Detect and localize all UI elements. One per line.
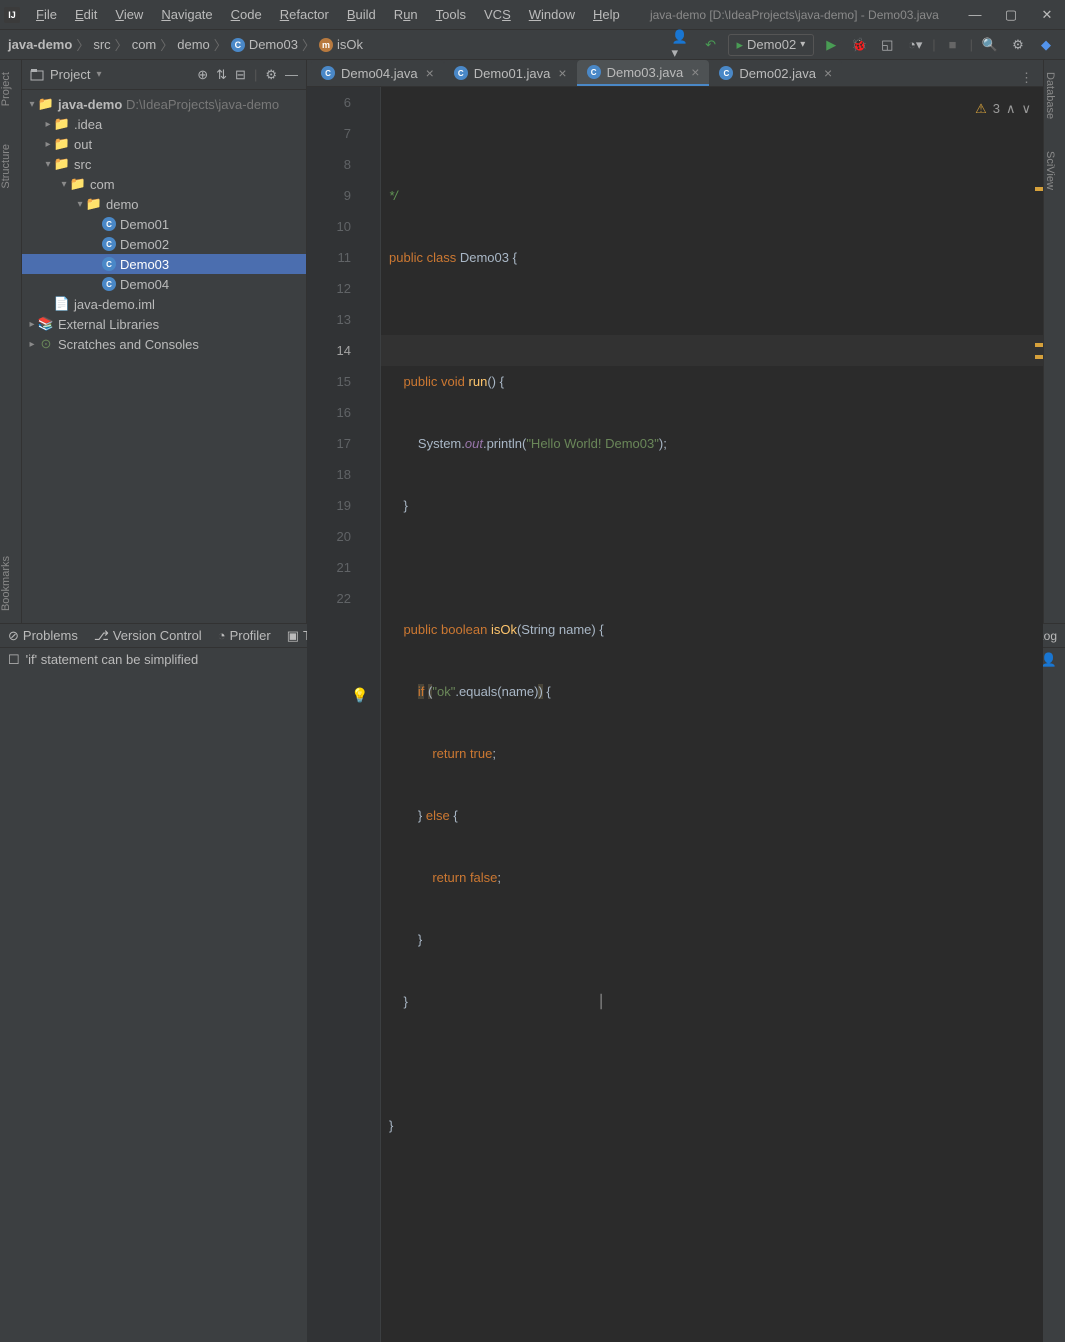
project-panel: Project ▾ ⊕ ⇅ ⊟ | ⚙ — ▾📁java-demo D:\Ide… [22,60,307,623]
tree-demo02[interactable]: CDemo02 [22,234,306,254]
profile-button[interactable]: ◔▾ [904,34,926,56]
tool-bookmarks[interactable]: Bookmarks [0,552,21,615]
close-icon[interactable]: × [558,65,566,81]
warning-icon: ⚠ [975,93,987,124]
navigation-bar: java-demo〉 src〉 com〉 demo〉 CDemo03〉 misO… [0,30,1065,60]
main-menu: File Edit View Navigate Code Refactor Bu… [28,3,628,26]
menu-refactor[interactable]: Refactor [272,3,337,26]
crumb-src[interactable]: src [93,37,110,52]
panel-title[interactable]: Project ▾ [30,67,197,82]
menu-help[interactable]: Help [585,3,628,26]
tab-demo01[interactable]: CDemo01.java× [444,60,577,86]
intention-bulb-icon[interactable]: 💡 [351,680,368,711]
maximize-button[interactable]: ▢ [997,5,1025,25]
plugin-icon[interactable]: ◆ [1035,34,1057,56]
terminal-icon: ▣ [287,628,299,644]
select-open-file-icon[interactable]: ⊕ [197,67,208,83]
minimize-button[interactable]: — [961,5,989,25]
tree-com[interactable]: ▾📁com [22,174,306,194]
inspection-summary[interactable]: ⚠3∧∨ [975,93,1031,124]
crumb-project[interactable]: java-demo [8,37,72,52]
crumb-method[interactable]: misOk [319,37,363,52]
tool-vcs[interactable]: ⎇Version Control [94,628,202,644]
tool-structure[interactable]: Structure [0,140,12,193]
add-user-icon[interactable]: 👤▾ [672,34,694,56]
menu-tools[interactable]: Tools [428,3,474,26]
problems-icon: ⊘ [8,628,19,644]
error-stripe-marker[interactable] [1035,343,1043,347]
expand-all-icon[interactable]: ⇅ [216,67,227,83]
menu-code[interactable]: Code [223,3,270,26]
right-tool-gutter: Database SciView [1043,60,1065,623]
tree-root[interactable]: ▾📁java-demo D:\IdeaProjects\java-demo [22,94,306,114]
tab-demo03[interactable]: CDemo03.java× [577,60,710,86]
fold-gutter [365,87,381,1342]
crumb-demo[interactable]: demo [177,37,210,52]
tool-project[interactable]: Project [0,68,12,110]
tree-demo04[interactable]: CDemo04 [22,274,306,294]
app-icon: IJ [4,7,20,23]
project-tree: ▾📁java-demo D:\IdeaProjects\java-demo ▸📁… [22,90,306,623]
project-icon [30,68,44,82]
editor-tabs: CDemo04.java× CDemo01.java× CDemo03.java… [307,60,1043,87]
breadcrumbs: java-demo〉 src〉 com〉 demo〉 CDemo03〉 misO… [8,35,672,54]
tree-idea[interactable]: ▸📁.idea [22,114,306,134]
window-title: java-demo [D:\IdeaProjects\java-demo] - … [628,8,961,22]
close-icon[interactable]: × [691,64,699,80]
tool-database[interactable]: Database [1044,68,1065,123]
debug-button[interactable]: 🐞 [848,34,870,56]
tab-demo04[interactable]: CDemo04.java× [311,60,444,86]
status-widget-icon[interactable]: 👤 [1041,652,1057,668]
tree-demo[interactable]: ▾📁demo [22,194,306,214]
status-icon[interactable]: ☐ [8,652,20,668]
tree-src[interactable]: ▾📁src [22,154,306,174]
tree-external[interactable]: ▸📚External Libraries [22,314,306,334]
tree-demo01[interactable]: CDemo01 [22,214,306,234]
prev-highlight-icon[interactable]: ∧ [1006,93,1016,124]
titlebar: IJ File Edit View Navigate Code Refactor… [0,0,1065,30]
tool-problems[interactable]: ⊘Problems [8,628,78,644]
run-configuration[interactable]: ▸Demo02▾ [728,34,815,56]
tree-scratches[interactable]: ▸⊙Scratches and Consoles [22,334,306,354]
tree-demo03[interactable]: CDemo03 [22,254,306,274]
tree-iml[interactable]: 📄java-demo.iml [22,294,306,314]
tree-out[interactable]: ▸📁out [22,134,306,154]
branch-icon: ⎇ [94,628,109,644]
menu-navigate[interactable]: Navigate [153,3,220,26]
back-arrow-icon[interactable]: ↶ [700,34,722,56]
tab-demo02[interactable]: CDemo02.java× [709,60,842,86]
next-highlight-icon[interactable]: ∨ [1021,93,1031,124]
left-tool-gutter: Project Structure Bookmarks [0,60,22,623]
editor-area: CDemo04.java× CDemo01.java× CDemo03.java… [307,60,1043,623]
crumb-com[interactable]: com [132,37,157,52]
tabs-more-icon[interactable]: ⋮ [1010,70,1043,86]
menu-run[interactable]: Run [386,3,426,26]
crumb-class[interactable]: CDemo03 [231,37,298,52]
menu-file[interactable]: File [28,3,65,26]
menu-window[interactable]: Window [521,3,583,26]
error-stripe-marker[interactable] [1035,355,1043,359]
panel-settings-icon[interactable]: ⚙ [265,67,277,83]
tool-sciview[interactable]: SciView [1044,147,1065,194]
collapse-all-icon[interactable]: ⊟ [235,67,246,83]
close-icon[interactable]: × [824,65,832,81]
code-editor[interactable]: 678910111213141516171819202122 ⚠3∧∨ */ p… [307,87,1043,1342]
settings-button[interactable]: ⚙ [1007,34,1029,56]
close-button[interactable]: ✕ [1033,5,1061,25]
hide-panel-icon[interactable]: — [285,67,298,83]
status-hint: 'if' statement can be simplified [26,652,199,667]
menu-build[interactable]: Build [339,3,384,26]
search-button[interactable]: 🔍 [979,34,1001,56]
menu-view[interactable]: View [107,3,151,26]
close-icon[interactable]: × [426,65,434,81]
menu-edit[interactable]: Edit [67,3,105,26]
menu-vcs[interactable]: VCS [476,3,519,26]
coverage-button[interactable]: ◱ [876,34,898,56]
profiler-icon: ◔ [218,628,226,643]
tool-profiler[interactable]: ◔Profiler [218,628,271,643]
run-button[interactable]: ▶ [820,34,842,56]
stop-button[interactable]: ■ [942,34,964,56]
line-gutter: 678910111213141516171819202122 [307,87,365,1342]
code-content[interactable]: ⚠3∧∨ */ public class Demo03 { public voi… [381,87,1043,1342]
